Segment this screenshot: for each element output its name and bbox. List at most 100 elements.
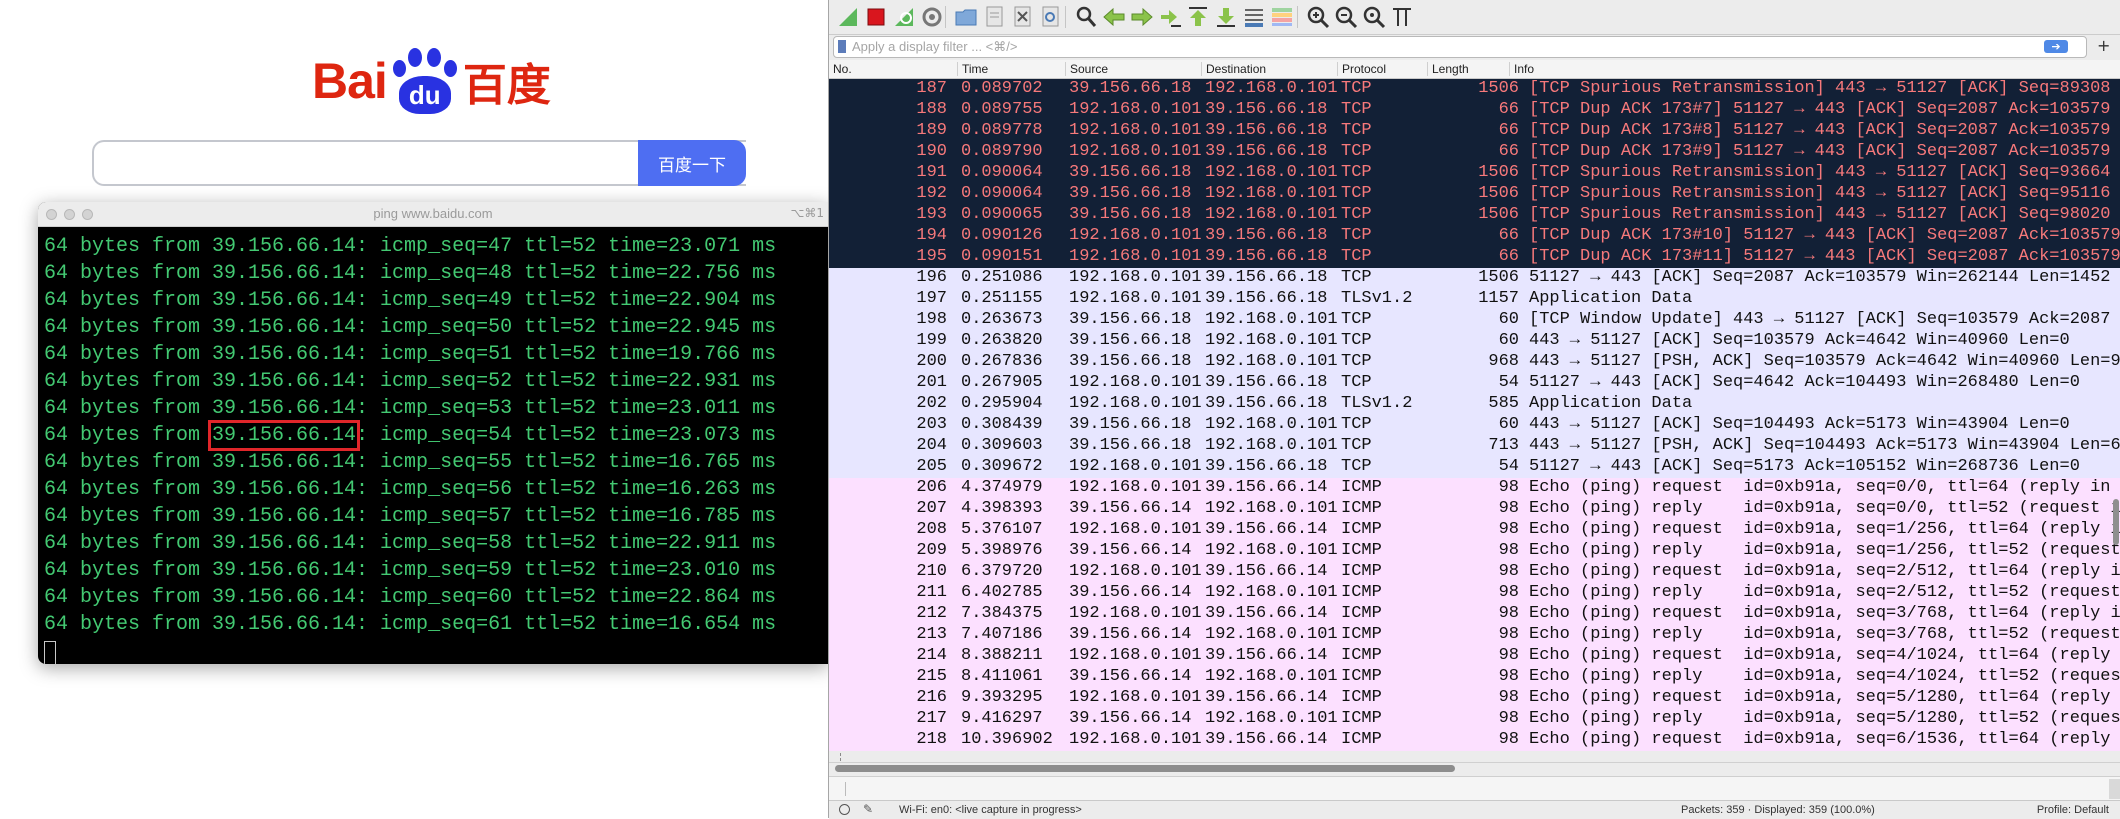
packet-protocol: ICMP bbox=[1341, 625, 1382, 644]
resize-columns-icon[interactable] bbox=[1389, 4, 1415, 30]
horizontal-scrollbar[interactable] bbox=[829, 762, 2120, 775]
packet-row[interactable]: 203 0.308439 39.156.66.18 192.168.0.101 TCP 6… bbox=[829, 415, 2120, 436]
packet-time: 0.267836 bbox=[961, 352, 1043, 371]
column-source[interactable]: Source bbox=[1065, 62, 1108, 76]
logo-text-bai: Bai bbox=[312, 53, 388, 109]
packet-row[interactable]: 195 0.090151 192.168.0.101 39.156.66.18 TCP 6… bbox=[829, 247, 2120, 268]
highlighted-ip-address: 39.156.66.14 bbox=[208, 420, 361, 451]
packet-destination: 39.156.66.18 bbox=[1205, 121, 1328, 140]
packet-destination: 39.156.66.14 bbox=[1205, 562, 1328, 581]
packet-row[interactable]: 192 0.090064 39.156.66.18 192.168.0.101 TCP 1… bbox=[829, 184, 2120, 205]
go-forward-icon[interactable] bbox=[1129, 4, 1155, 30]
packet-destination: 192.168.0.101 bbox=[1205, 583, 1338, 602]
packet-info: [TCP Spurious Retransmission] 443 → 5112… bbox=[1529, 184, 2120, 203]
column-protocol[interactable]: Protocol bbox=[1337, 62, 1386, 76]
packet-length: 54 bbox=[1498, 373, 1519, 392]
packet-list[interactable]: 187 0.089702 39.156.66.18 192.168.0.101 TCP 1… bbox=[829, 79, 2120, 761]
packet-row[interactable]: 201 0.267905 192.168.0.101 39.156.66.18 TCP 5… bbox=[829, 373, 2120, 394]
packet-row[interactable]: 218 10.396902 192.168.0.101 39.156.66.14 ICM… bbox=[829, 730, 2120, 751]
packet-row[interactable]: 209 5.398976 39.156.66.14 192.168.0.101 ICMP… bbox=[829, 541, 2120, 562]
display-filter-input[interactable]: Apply a display filter ... <⌘/> ➔ bbox=[833, 36, 2087, 58]
pane-right-arrow-icon[interactable] bbox=[2109, 779, 2120, 799]
packet-time: 0.251086 bbox=[961, 268, 1043, 287]
packet-row[interactable]: 207 4.398393 39.156.66.14 192.168.0.101 ICMP… bbox=[829, 499, 2120, 520]
packet-row[interactable]: 191 0.090064 39.156.66.18 192.168.0.101 TCP 1… bbox=[829, 163, 2120, 184]
packet-row[interactable]: 188 0.089755 192.168.0.101 39.156.66.18 TCP 6… bbox=[829, 100, 2120, 121]
packet-number: 192 bbox=[916, 184, 947, 203]
packet-row[interactable]: 199 0.263820 39.156.66.18 192.168.0.101 TCP 6… bbox=[829, 331, 2120, 352]
packet-row[interactable]: 216 9.393295 192.168.0.101 39.156.66.14 ICMP… bbox=[829, 688, 2120, 709]
stop-capture-icon[interactable] bbox=[863, 4, 889, 30]
packet-row[interactable]: 205 0.309672 192.168.0.101 39.156.66.18 TCP 5… bbox=[829, 457, 2120, 478]
go-to-packet-icon[interactable] bbox=[1157, 4, 1183, 30]
start-capture-icon[interactable] bbox=[835, 4, 861, 30]
packet-row[interactable]: 214 8.388211 192.168.0.101 39.156.66.14 ICMP… bbox=[829, 646, 2120, 667]
packet-destination: 39.156.66.18 bbox=[1205, 373, 1328, 392]
packet-protocol: ICMP bbox=[1341, 499, 1382, 518]
packet-row[interactable]: 202 0.295904 192.168.0.101 39.156.66.18 TLSv… bbox=[829, 394, 2120, 415]
go-back-icon[interactable] bbox=[1101, 4, 1127, 30]
zoom-out-icon[interactable] bbox=[1333, 4, 1359, 30]
packet-row[interactable]: 194 0.090126 192.168.0.101 39.156.66.18 TCP 6… bbox=[829, 226, 2120, 247]
pane-left-arrow-icon[interactable] bbox=[833, 782, 846, 796]
column-no[interactable]: No. bbox=[829, 62, 852, 76]
packet-number: 217 bbox=[916, 709, 947, 728]
packet-source: 192.168.0.101 bbox=[1069, 247, 1202, 266]
packet-row[interactable]: 187 0.089702 39.156.66.18 192.168.0.101 TCP 1… bbox=[829, 79, 2120, 100]
packet-row[interactable]: 204 0.309603 39.156.66.18 192.168.0.101 TCP 7… bbox=[829, 436, 2120, 457]
packet-source: 39.156.66.18 bbox=[1069, 184, 1192, 203]
packet-row[interactable]: 197 0.251155 192.168.0.101 39.156.66.18 TLSv… bbox=[829, 289, 2120, 310]
search-button[interactable]: 百度一下 bbox=[638, 140, 746, 186]
packet-info: [TCP Spurious Retransmission] 443 → 5112… bbox=[1529, 79, 2120, 98]
packet-row[interactable]: 215 8.411061 39.156.66.14 192.168.0.101 ICMP… bbox=[829, 667, 2120, 688]
packet-row[interactable]: 213 7.407186 39.156.66.14 192.168.0.101 ICMP… bbox=[829, 625, 2120, 646]
packet-row[interactable]: 212 7.384375 192.168.0.101 39.156.66.14 ICMP… bbox=[829, 604, 2120, 625]
baidu-logo[interactable]: Bai du 百度 bbox=[312, 46, 551, 116]
column-length[interactable]: Length bbox=[1427, 62, 1469, 76]
column-time[interactable]: Time bbox=[957, 62, 988, 76]
packet-list-scrollbar[interactable] bbox=[2113, 499, 2119, 545]
packet-details-pane[interactable] bbox=[829, 776, 2120, 801]
packet-row[interactable]: 208 5.376107 192.168.0.101 39.156.66.14 ICMP… bbox=[829, 520, 2120, 541]
colorize-icon[interactable] bbox=[1269, 4, 1295, 30]
zoom-normal-icon[interactable] bbox=[1361, 4, 1387, 30]
packet-row[interactable]: 211 6.402785 39.156.66.14 192.168.0.101 ICMP… bbox=[829, 583, 2120, 604]
close-file-icon[interactable] bbox=[1009, 4, 1035, 30]
packet-number: 207 bbox=[916, 499, 947, 518]
expert-info-icon[interactable] bbox=[839, 804, 850, 815]
packet-info: 443 → 51127 [PSH, ACK] Seq=103579 Ack=46… bbox=[1529, 352, 2120, 371]
autoscroll-icon[interactable] bbox=[1241, 4, 1267, 30]
packet-row[interactable]: 200 0.267836 39.156.66.18 192.168.0.101 TCP 9… bbox=[829, 352, 2120, 373]
terminal-titlebar[interactable]: ping www.baidu.com ⌥⌘1 bbox=[38, 202, 828, 227]
packet-time: 0.089755 bbox=[961, 100, 1043, 119]
packet-protocol: TCP bbox=[1341, 226, 1372, 245]
save-file-icon[interactable] bbox=[981, 4, 1007, 30]
go-first-icon[interactable] bbox=[1185, 4, 1211, 30]
arrow-right-icon[interactable]: ➔ bbox=[2044, 40, 2068, 53]
packet-row[interactable]: 198 0.263673 39.156.66.18 192.168.0.101 TCP 6… bbox=[829, 310, 2120, 331]
go-last-icon[interactable] bbox=[1213, 4, 1239, 30]
packet-row[interactable]: 217 9.416297 39.156.66.14 192.168.0.101 ICMP… bbox=[829, 709, 2120, 730]
add-filter-button[interactable]: + bbox=[2097, 36, 2110, 55]
find-packet-icon[interactable] bbox=[1073, 4, 1099, 30]
packet-row[interactable]: 190 0.089790 192.168.0.101 39.156.66.18 TCP 6… bbox=[829, 142, 2120, 163]
packet-row[interactable]: 193 0.090065 39.156.66.18 192.168.0.101 TCP 1… bbox=[829, 205, 2120, 226]
packet-row[interactable]: 206 4.374979 192.168.0.101 39.156.66.14 ICMP… bbox=[829, 478, 2120, 499]
packet-row[interactable]: 196 0.251086 192.168.0.101 39.156.66.18 TCP 1… bbox=[829, 268, 2120, 289]
capture-options-icon[interactable] bbox=[919, 4, 945, 30]
bookmark-icon[interactable] bbox=[838, 40, 846, 53]
column-destination[interactable]: Destination bbox=[1201, 62, 1266, 76]
restart-capture-icon[interactable] bbox=[891, 4, 917, 30]
zoom-in-icon[interactable] bbox=[1305, 4, 1331, 30]
packet-length: 66 bbox=[1498, 121, 1519, 140]
packet-info: Echo (ping) request id=0xb91a, seq=4/102… bbox=[1529, 646, 2120, 665]
terminal-output[interactable]: 64 bytes from 39.156.66.14: icmp_seq=47 … bbox=[38, 227, 828, 664]
edit-comment-icon[interactable]: ✎ bbox=[863, 802, 873, 816]
open-file-icon[interactable] bbox=[953, 4, 979, 30]
reload-file-icon[interactable] bbox=[1037, 4, 1063, 30]
profile-status[interactable]: Profile: Default bbox=[2037, 804, 2109, 816]
packet-row[interactable]: 189 0.089778 192.168.0.101 39.156.66.18 TCP 6… bbox=[829, 121, 2120, 142]
horizontal-scroll-thumb[interactable] bbox=[835, 765, 1455, 772]
column-info[interactable]: Info bbox=[1509, 62, 1534, 76]
packet-row[interactable]: 210 6.379720 192.168.0.101 39.156.66.14 ICMP… bbox=[829, 562, 2120, 583]
